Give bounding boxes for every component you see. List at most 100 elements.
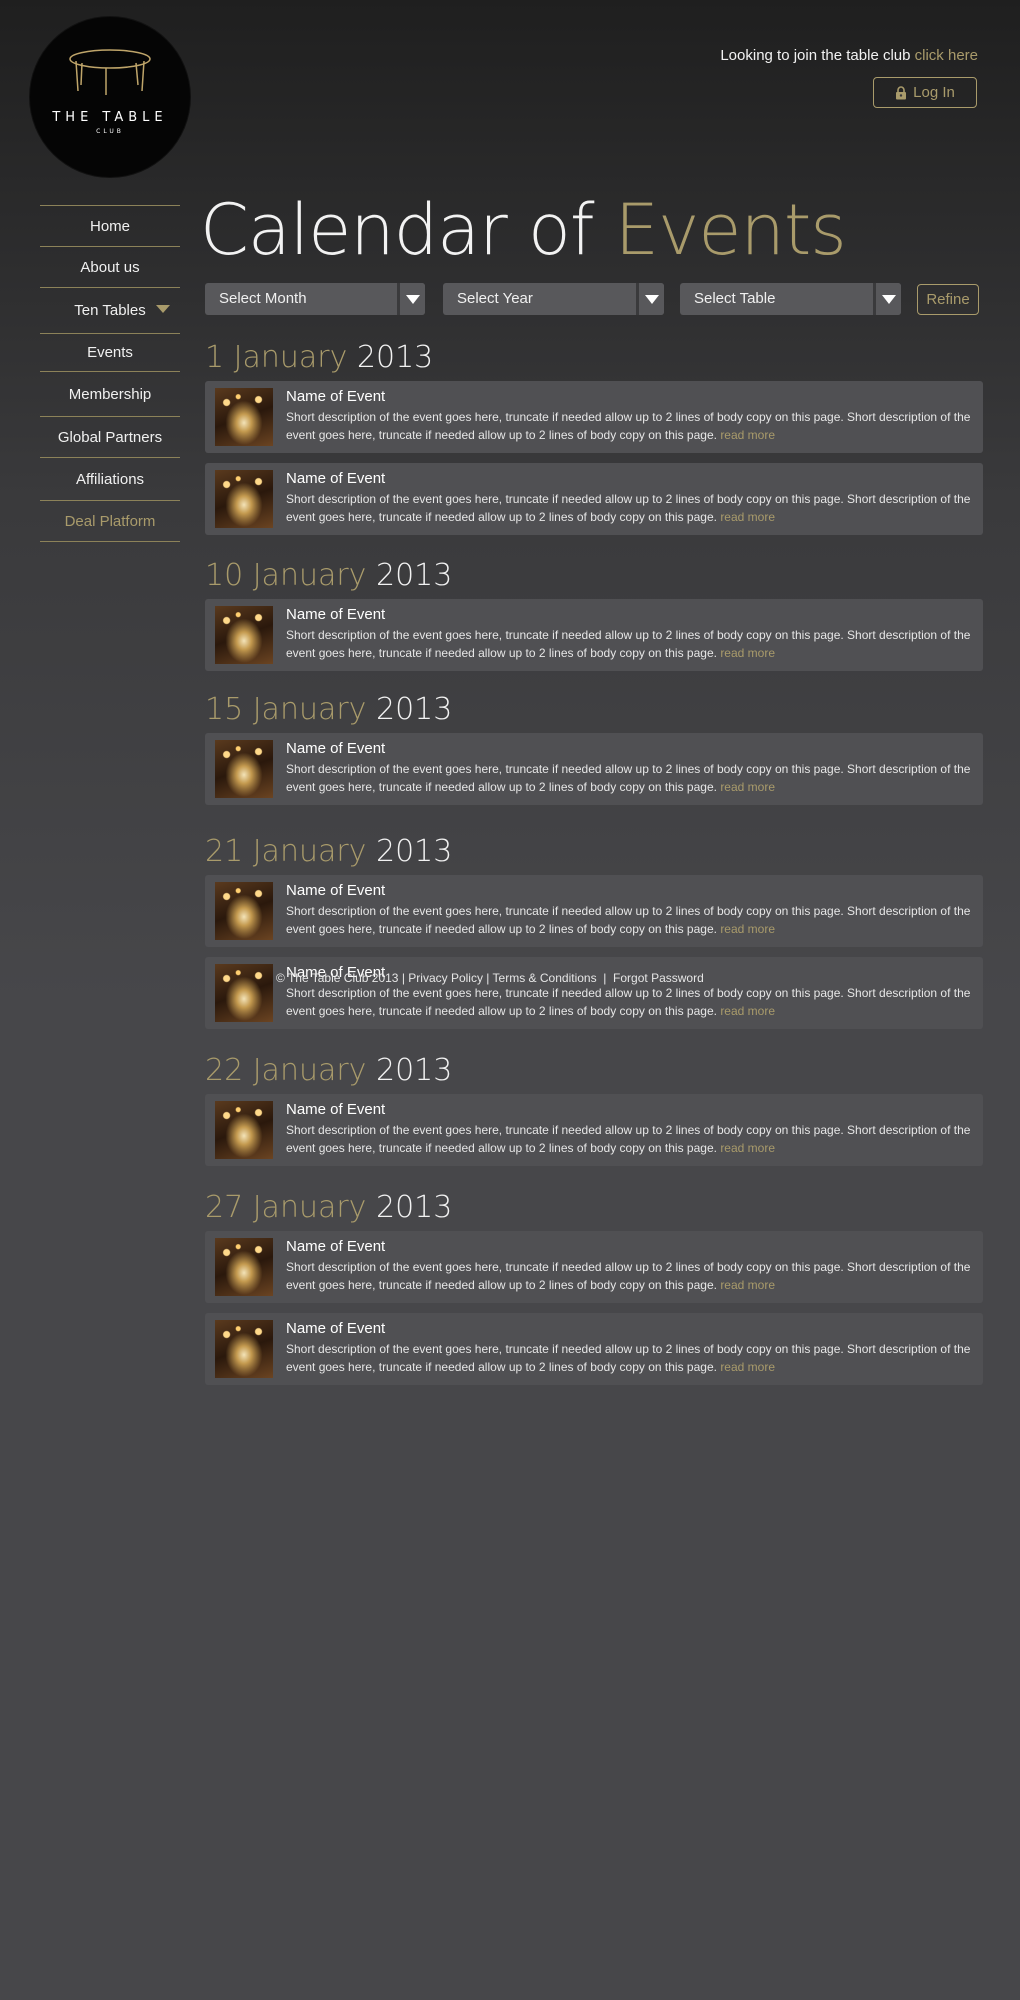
brand-name: THE TABLE <box>52 110 168 125</box>
date-year: 2013 <box>356 340 434 375</box>
event-thumbnail[interactable] <box>215 740 273 798</box>
event-name[interactable]: Name of Event <box>286 470 385 487</box>
event-thumbnail[interactable] <box>215 1101 273 1159</box>
date-heading: 22 January 2013 <box>205 1053 452 1089</box>
event-description: Short description of the event goes here… <box>286 408 971 444</box>
sidebar-item-home[interactable]: Home <box>40 205 180 247</box>
read-more-link[interactable]: read more <box>720 1004 775 1018</box>
event-card[interactable]: Name of Event Short description of the ev… <box>205 733 983 805</box>
table-select[interactable]: Select Table <box>680 283 901 315</box>
event-thumbnail[interactable] <box>215 388 273 446</box>
date-day-month: 27 January <box>205 1190 367 1225</box>
sidebar-item-label: Ten Tables <box>74 302 146 319</box>
event-thumbnail[interactable] <box>215 882 273 940</box>
join-text: Looking to join the table club <box>720 47 911 64</box>
read-more-link[interactable]: read more <box>720 922 775 936</box>
event-card[interactable]: Name of Event Short description of the ev… <box>205 381 983 453</box>
event-thumbnail[interactable] <box>215 1320 273 1378</box>
event-description: Short description of the event goes here… <box>286 490 971 526</box>
month-select[interactable]: Select Month <box>205 283 425 315</box>
read-more-link[interactable]: read more <box>720 1360 775 1374</box>
event-description-text: Short description of the event goes here… <box>286 904 971 936</box>
date-year: 2013 <box>376 1053 453 1088</box>
login-label: Log In <box>913 84 955 101</box>
sidebar-item-ten-tables[interactable]: Ten Tables <box>40 288 180 334</box>
year-select-label: Select Year <box>457 290 533 307</box>
sidebar-item-deal-platform[interactable]: Deal Platform <box>40 501 180 542</box>
sidebar-item-membership[interactable]: Membership <box>40 372 180 417</box>
page-title: Calendar of Events <box>200 187 847 273</box>
sidebar-item-label: Home <box>89 217 130 235</box>
event-name[interactable]: Name of Event <box>286 882 385 899</box>
sidebar-item-events[interactable]: Events <box>40 334 180 372</box>
privacy-link[interactable]: Privacy Policy <box>408 971 483 985</box>
logo[interactable]: THE TABLE CLUB <box>30 17 190 177</box>
event-description-text: Short description of the event goes here… <box>286 492 971 524</box>
date-day-month: 21 January <box>205 834 367 869</box>
date-heading: 10 January 2013 <box>205 558 452 594</box>
event-thumbnail[interactable] <box>215 606 273 664</box>
event-description-text: Short description of the event goes here… <box>286 762 971 794</box>
event-name[interactable]: Name of Event <box>286 740 385 757</box>
date-day-month: 10 January <box>205 558 367 593</box>
copyright: © The Table Club 2013 <box>276 971 399 985</box>
year-select[interactable]: Select Year <box>443 283 664 315</box>
event-thumbnail[interactable] <box>215 470 273 528</box>
event-card[interactable]: Name of Event Short description of the ev… <box>205 1094 983 1166</box>
event-description-text: Short description of the event goes here… <box>286 628 971 660</box>
sidebar-item-about[interactable]: About us <box>40 247 180 288</box>
event-name[interactable]: Name of Event <box>286 606 385 623</box>
event-card[interactable]: Name of Event Short description of the ev… <box>205 599 983 671</box>
event-name[interactable]: Name of Event <box>286 388 385 405</box>
chevron-down-icon[interactable] <box>397 283 425 315</box>
date-year: 2013 <box>376 558 453 593</box>
login-button[interactable]: Log In <box>873 77 977 108</box>
table-icon <box>69 49 151 95</box>
event-name[interactable]: Name of Event <box>286 1238 385 1255</box>
event-card[interactable]: Name of Event Short description of the ev… <box>205 875 983 947</box>
terms-link[interactable]: Terms & Conditions <box>493 971 597 985</box>
event-name[interactable]: Name of Event <box>286 1320 385 1337</box>
read-more-link[interactable]: read more <box>720 510 775 524</box>
chevron-down-icon[interactable] <box>156 305 170 313</box>
event-thumbnail[interactable] <box>215 1238 273 1296</box>
chevron-down-icon[interactable] <box>636 283 664 315</box>
event-description: Short description of the event goes here… <box>286 902 971 938</box>
refine-button[interactable]: Refine <box>917 284 979 315</box>
chevron-down-icon[interactable] <box>873 283 901 315</box>
event-name[interactable]: Name of Event <box>286 1101 385 1118</box>
event-description: Short description of the event goes here… <box>286 984 971 1020</box>
event-description-text: Short description of the event goes here… <box>286 986 971 1018</box>
table-select-label: Select Table <box>694 290 776 307</box>
event-description: Short description of the event goes here… <box>286 626 971 662</box>
event-card[interactable]: Name of Event Short description of the ev… <box>205 1313 983 1385</box>
brand-sub: CLUB <box>96 128 124 135</box>
date-day-month: 1 January <box>205 340 348 375</box>
sidebar-item-affiliations[interactable]: Affiliations <box>40 458 180 501</box>
event-card[interactable]: Name of Event Short description of the ev… <box>205 957 983 1029</box>
event-card[interactable]: Name of Event Short description of the ev… <box>205 1231 983 1303</box>
sidebar-nav: Home About us Ten Tables Events Membersh… <box>40 205 180 542</box>
sidebar-item-label: Deal Platform <box>64 512 156 530</box>
sidebar-item-global-partners[interactable]: Global Partners <box>40 417 180 458</box>
month-select-label: Select Month <box>219 290 307 307</box>
forgot-password-link[interactable]: Forgot Password <box>613 971 704 985</box>
footer: © The Table Club 2013 | Privacy Policy |… <box>276 971 704 985</box>
read-more-link[interactable]: read more <box>720 1141 775 1155</box>
read-more-link[interactable]: read more <box>720 428 775 442</box>
sidebar-item-label: Membership <box>68 385 152 403</box>
date-heading: 27 January 2013 <box>205 1190 452 1226</box>
event-card[interactable]: Name of Event Short description of the ev… <box>205 463 983 535</box>
read-more-link[interactable]: read more <box>720 1278 775 1292</box>
join-link[interactable]: click here <box>915 47 978 64</box>
sidebar-item-label: Global Partners <box>57 428 163 446</box>
read-more-link[interactable]: read more <box>720 646 775 660</box>
read-more-link[interactable]: read more <box>720 780 775 794</box>
event-description: Short description of the event goes here… <box>286 1340 971 1376</box>
sidebar-item-label: Events <box>87 344 133 361</box>
date-year: 2013 <box>376 1190 453 1225</box>
date-heading: 15 January 2013 <box>205 692 452 728</box>
date-day-month: 22 January <box>205 1053 367 1088</box>
title-part2: Events <box>614 189 847 271</box>
event-thumbnail[interactable] <box>215 964 273 1022</box>
